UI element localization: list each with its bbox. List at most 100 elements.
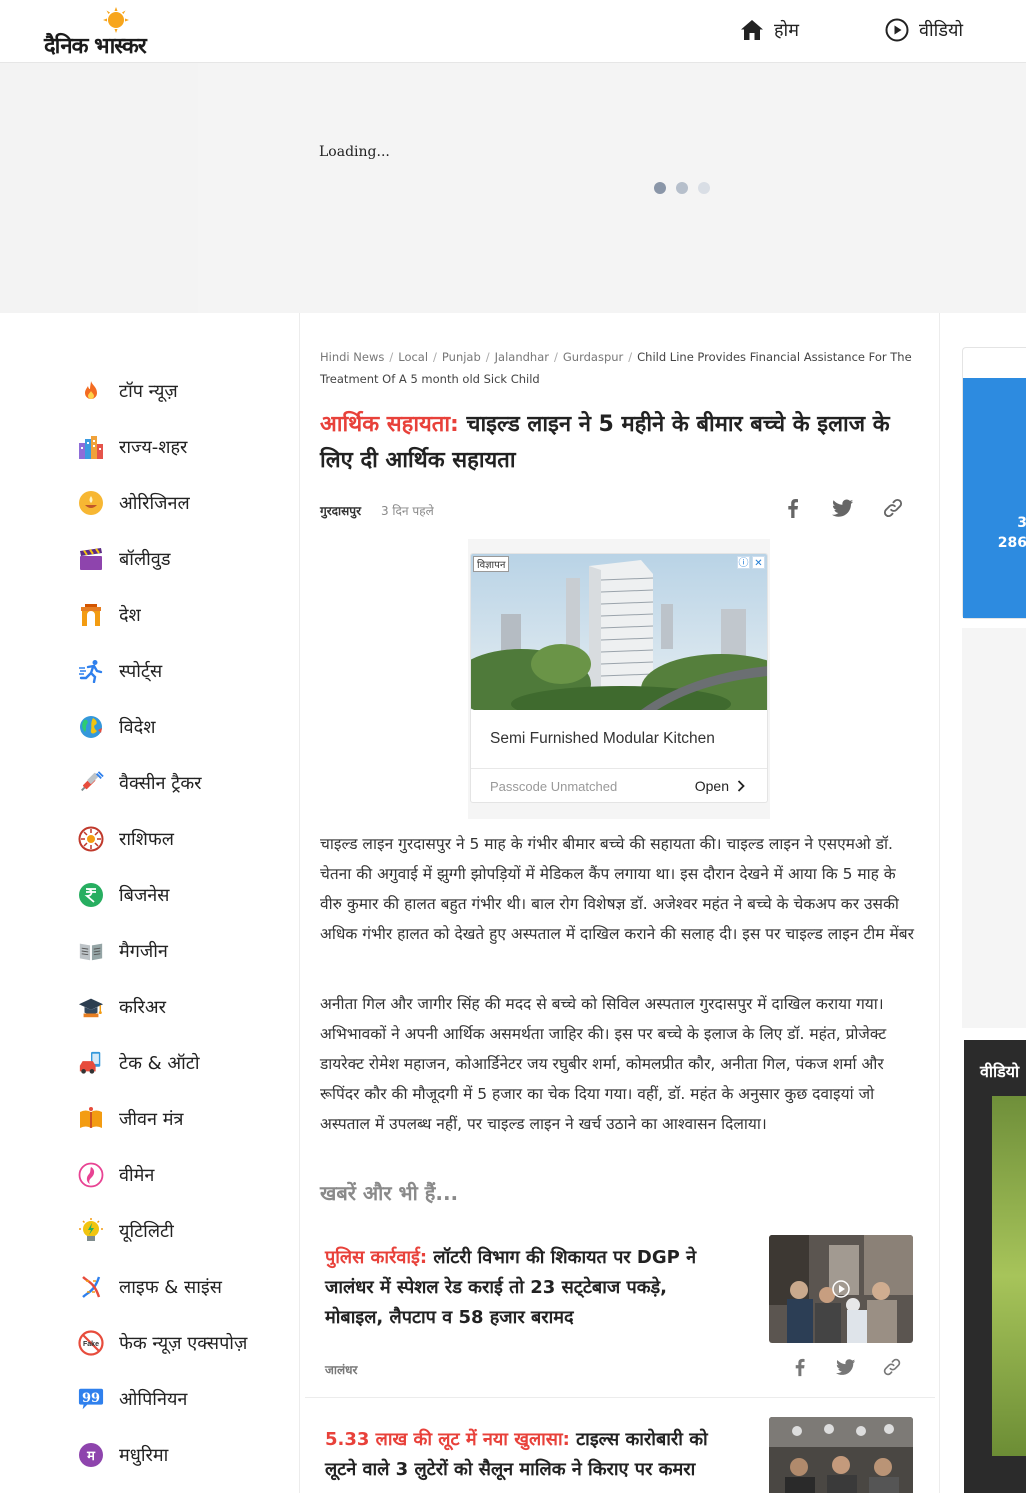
news-card-title[interactable]: 5.33 लाख की लूट में नया खुलासा: टाइल्स क… [325,1425,725,1485]
sidebar-item[interactable]: यूटिलिटी [78,1203,247,1259]
breadcrumb-link[interactable]: Hindi News [320,350,384,364]
news-card[interactable]: 5.33 लाख की लूट में नया खुलासा: टाइल्स क… [305,1415,935,1493]
sidebar-item[interactable]: 99 ओपिनियन [78,1371,247,1427]
clapperboard-icon [78,546,104,572]
ad-close-icon[interactable]: ✕ [752,556,765,569]
quote-bubble-icon: 99 [78,1386,104,1412]
news-card-city[interactable]: जालंधर [325,1361,357,1378]
right-widget-number-line: 286 [997,535,1026,551]
sidebar-item[interactable]: ओरिजिनल [78,475,247,531]
sidebar-item-label: ओरिजिनल [119,493,190,514]
tech-auto-icon [78,1050,104,1076]
sidebar-item[interactable]: स्पोर्ट्स [78,643,247,699]
video-widget-label: वीडियो [980,1062,1020,1081]
sidebar-item-label: वीमेन [119,1165,155,1186]
link-icon[interactable] [882,1357,902,1377]
right-widget[interactable]: 3 286 [962,347,1026,619]
sidebar-item[interactable]: करिअर [78,979,247,1035]
twitter-icon[interactable] [832,497,854,519]
facebook-icon[interactable] [790,1357,810,1377]
nav-home[interactable]: होम [740,18,799,42]
ad-slot [198,63,1026,313]
article-city[interactable]: गुरदासपुर [320,502,361,519]
headline-kicker: आर्थिक सहायता: [320,412,459,437]
breadcrumb-link[interactable]: Gurdaspur [563,350,623,364]
news-card-kicker: पुलिस कार्रवाई: [325,1247,428,1268]
news-card-title[interactable]: पुलिस कार्रवाई: लॉटरी विभाग की शिकायत पर… [325,1243,725,1333]
sidebar-item[interactable]: म मधुरिमा [78,1427,247,1483]
article-paragraph: चाइल्ड लाइन गुरदासपुर ने 5 माह के गंभीर … [320,835,914,943]
breadcrumb-link[interactable]: Jalandhar [495,350,549,364]
article-headline: आर्थिक सहायता: चाइल्ड लाइन ने 5 महीने के… [320,407,920,479]
nav-video[interactable]: वीडियो [885,18,963,42]
ad-building-image [471,554,767,710]
article-main: Hindi News / Local / Punjab / Jalandhar / Gurdas… [300,313,940,1493]
sidebar-item[interactable]: जीवन मंत्र [78,1091,247,1147]
loading-text: Loading... [319,144,390,160]
sidebar-item[interactable]: विदेश [78,699,247,755]
india-gate-icon [78,602,104,628]
sidebar-item-label: वैक्सीन ट्रैकर [119,773,202,794]
news-card-thumbnail[interactable] [769,1235,913,1343]
right-widget-number-line: 3 [1017,515,1026,531]
left-sidebar: टॉप न्यूज़ राज्य-शहर ओरिजिनल बॉलीवुड देश स्पो… [0,313,300,1493]
loading-dot [654,182,666,194]
ad-info-icon[interactable]: ⓘ [737,556,750,569]
sidebar-item-label: बॉलीवुड [119,549,171,570]
right-widget-number: 3 286 [998,513,1026,553]
article-meta: गुरदासपुर 3 दिन पहले [320,502,434,519]
ad-open-label: Open [694,778,729,794]
sidebar-item[interactable]: टेक & ऑटो [78,1035,247,1091]
sidebar-item[interactable]: वीमेन [78,1147,247,1203]
nav-home-label: होम [774,20,799,41]
news-card[interactable]: पुलिस कार्रवाई: लॉटरी विभाग की शिकायत पर… [305,1233,935,1398]
sidebar-item-label: विदेश [119,717,156,738]
news-card-share [790,1357,902,1377]
sidebar-item[interactable]: वैक्सीन ट्रैकर [78,755,247,811]
sidebar-item-label: बिजनेस [119,885,170,906]
inline-ad: विज्ञापन ⓘ ✕ Semi Furnished Modular Kitc… [468,539,770,819]
breadcrumb-link[interactable]: Punjab [442,350,481,364]
twitter-icon[interactable] [836,1357,856,1377]
sidebar-item[interactable]: टॉप न्यूज़ [78,363,247,419]
svg-text:99: 99 [82,1391,100,1406]
magazine-icon [78,938,104,964]
dainik-bhaskar-logo[interactable]: दैनिक भास्कर [44,6,189,59]
graduation-cap-icon [78,994,104,1020]
right-ad-slot [962,628,1026,1028]
facebook-icon[interactable] [782,497,804,519]
madhurima-icon: म [78,1442,104,1468]
sidebar-item-label: मैगजीन [119,941,168,962]
sidebar-item[interactable]: बिजनेस [78,867,247,923]
ad-open-button[interactable]: Open [695,778,745,794]
nav-video-label: वीडियो [919,20,964,41]
chevron-right-icon [737,780,745,792]
sidebar-item[interactable]: राशिफल [78,811,247,867]
video-thumbnail[interactable] [992,1096,1026,1456]
sidebar-item[interactable]: मैगजीन [78,923,247,979]
ad-title[interactable]: Semi Furnished Modular Kitchen [490,730,715,748]
ad-card[interactable]: विज्ञापन ⓘ ✕ Semi Furnished Modular Kitc… [470,553,768,803]
ad-footer: Passcode Unmatched Open [471,768,767,802]
sidebar-item[interactable]: बॉलीवुड [78,531,247,587]
sidebar-item-label: फेक न्यूज़ एक्सपोज़ [119,1333,248,1354]
women-icon [78,1162,104,1188]
news-card-thumbnail[interactable] [769,1417,913,1493]
link-icon[interactable] [882,497,904,519]
right-video-widget[interactable]: वीडियो [964,1040,1026,1493]
sidebar-item-label: जीवन मंत्र [119,1109,184,1130]
breadcrumb-link[interactable]: Local [398,350,428,364]
right-widget-banner[interactable]: 3 286 [963,378,1026,618]
sidebar-item[interactable]: लाइफ & साइंस [78,1259,247,1315]
ad-choices[interactable]: ⓘ ✕ [737,556,765,569]
sidebar-item[interactable]: देश [78,587,247,643]
site-header: दैनिक भास्कर होम वीडियो [0,0,1026,63]
article-paragraph: अनीता गिल और जागीर सिंह की मदद से बच्चे … [320,995,887,1133]
svg-text:म: म [86,1449,96,1464]
sidebar-nav-list: टॉप न्यूज़ राज्य-शहर ओरिजिनल बॉलीवुड देश स्पो… [78,363,247,1483]
sidebar-item[interactable]: Fake फेक न्यूज़ एक्सपोज़ [78,1315,247,1371]
sidebar-item[interactable]: राज्य-शहर [78,419,247,475]
share-bar [782,497,904,519]
sidebar-item-label: मधुरिमा [119,1445,169,1466]
top-ad-banner [0,63,1026,313]
